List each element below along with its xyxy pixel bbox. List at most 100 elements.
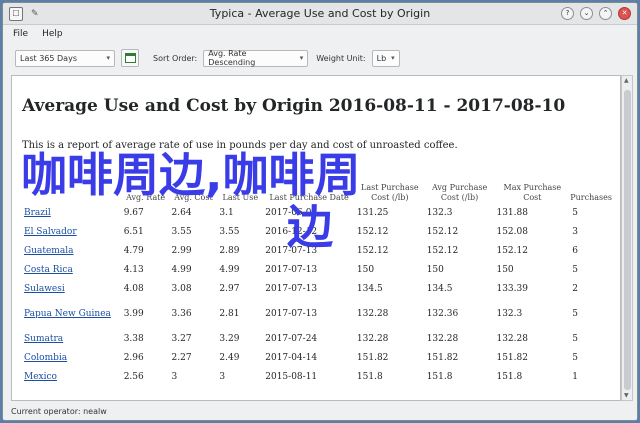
table-cell: 152.08 — [496, 226, 528, 237]
close-icon[interactable]: ✕ — [618, 7, 631, 20]
table-cell: 2017-07-13 — [265, 264, 318, 275]
vertical-scrollbar[interactable]: ▲ ▼ — [621, 75, 633, 401]
sort-order-label: Sort Order: — [153, 53, 198, 63]
status-bar: Current operator: nealw — [3, 402, 637, 420]
table-cell: 2 — [572, 283, 578, 294]
origin-link[interactable]: El Salvador — [24, 227, 77, 237]
table-cell: 152.12 — [356, 245, 389, 256]
table-row: Brazil 9.67 2.64 3.1 2017-06-01 131.25 132.3 13… — [22, 203, 612, 222]
title-bar[interactable]: ☐ ✎ Typica - Average Use and Cost by Ori… — [3, 3, 637, 25]
table-cell: 3.08 — [171, 283, 192, 294]
menu-bar: File Help — [3, 25, 637, 43]
column-header: Last Purchase Date — [269, 193, 349, 202]
table-cell: 151.8 — [426, 371, 453, 382]
minimize-icon[interactable]: ⌄ — [580, 7, 593, 20]
table-cell: 3.55 — [219, 226, 240, 237]
chevron-down-icon: ▾ — [391, 54, 395, 62]
table-cell: 152.12 — [356, 226, 389, 237]
table-cell: 3.38 — [123, 333, 144, 344]
origin-link[interactable]: Sumatra — [24, 334, 63, 344]
table-row: Sulawesi 4.08 3.08 2.97 2017-07-13 134.5 134.5… — [22, 279, 612, 298]
report-view[interactable]: Average Use and Cost by Origin 2016-08-1… — [11, 75, 621, 401]
table-cell: 6.51 — [123, 226, 144, 237]
date-range-select[interactable]: Last 365 Days ▾ — [15, 49, 115, 67]
table-cell: 2016-12-12 — [265, 226, 318, 237]
weight-unit-select[interactable]: Lb ▾ — [371, 49, 400, 67]
window-controls: ? ⌄ ⌃ ✕ — [561, 7, 631, 20]
table-cell: 134.5 — [356, 283, 383, 294]
column-header: Max Purchase Cost — [503, 183, 562, 202]
table-row: Colombia 2.96 2.27 2.49 2017-04-14 151.82 151.… — [22, 348, 612, 367]
date-range-value: Last 365 Days — [20, 53, 77, 63]
table-cell: 2.64 — [171, 207, 192, 218]
origin-link[interactable]: Guatemala — [24, 246, 73, 256]
table-cell: 3 — [219, 371, 226, 382]
calendar-icon — [124, 53, 136, 63]
report-description: This is a report of average rate of use … — [22, 140, 458, 151]
table-cell: 3.29 — [219, 333, 240, 344]
origin-link[interactable]: Costa Rica — [24, 265, 73, 275]
table-cell: 150 — [496, 264, 514, 275]
calendar-button[interactable] — [121, 49, 139, 67]
report-title: Average Use and Cost by Origin 2016-08-1… — [22, 96, 566, 116]
table-cell: 3 — [572, 226, 578, 237]
table-cell: 2015-08-11 — [265, 371, 318, 382]
column-header: Avg. Rate — [126, 193, 166, 202]
app-icon[interactable]: ☐ — [9, 6, 23, 21]
origin-cell: Brazil — [22, 203, 122, 222]
table-cell: 2.27 — [171, 352, 192, 363]
table-row: El Salvador 6.51 3.55 3.55 2016-12-12 152.12 1… — [22, 222, 612, 241]
app-window: ☐ ✎ Typica - Average Use and Cost by Ori… — [2, 2, 638, 421]
toolbar: Last 365 Days ▾ Sort Order: Avg. Rate De… — [3, 43, 637, 73]
column-header: Last Use — [222, 193, 259, 202]
maximize-icon[interactable]: ⌃ — [599, 7, 612, 20]
table-cell: 132.28 — [496, 333, 528, 344]
table-cell: 132.36 — [426, 308, 459, 319]
table-cell: 133.39 — [496, 283, 528, 294]
menu-file[interactable]: File — [13, 29, 28, 39]
table-cell: 150 — [356, 264, 375, 275]
column-header: Purchases — [570, 193, 612, 202]
help-icon[interactable]: ? — [561, 7, 574, 20]
table-cell: 1 — [572, 371, 578, 382]
column-header: Avg Purchase Cost (/lb) — [431, 183, 488, 202]
table-cell: 2017-04-14 — [265, 352, 318, 363]
origin-cell: Mexico — [22, 367, 122, 386]
table-row: Costa Rica 4.13 4.99 4.99 2017-07-13 150 150 15… — [22, 260, 612, 279]
menu-help[interactable]: Help — [42, 29, 63, 39]
origin-link[interactable]: Colombia — [24, 353, 67, 363]
table-cell: 151.8 — [496, 371, 523, 382]
table-row: Guatemala 4.79 2.99 2.89 2017-07-13 152.12 152… — [22, 241, 612, 260]
pin-icon[interactable]: ✎ — [31, 9, 39, 19]
origin-cell: Guatemala — [22, 241, 122, 260]
table-cell: 5 — [572, 333, 578, 344]
table-cell: 2017-07-13 — [265, 245, 318, 256]
weight-unit-value: Lb — [376, 53, 387, 63]
table-cell: 5 — [572, 352, 578, 363]
origin-link[interactable]: Sulawesi — [24, 284, 65, 294]
sort-order-select[interactable]: Avg. Rate Descending ▾ — [203, 49, 309, 67]
origin-link[interactable]: Papua New Guinea — [24, 309, 111, 319]
table-cell: 132.28 — [356, 308, 389, 319]
origin-link[interactable]: Mexico — [24, 372, 57, 382]
sort-order-value: Avg. Rate Descending — [208, 49, 256, 67]
scroll-thumb[interactable] — [624, 90, 631, 390]
table-cell: 151.82 — [356, 352, 389, 363]
origin-cell: Sumatra — [22, 329, 122, 348]
table-cell: 132.28 — [356, 333, 389, 344]
table-cell: 2017-07-13 — [265, 283, 318, 294]
scroll-down-icon[interactable]: ▼ — [624, 392, 629, 399]
origin-cell: Papua New Guinea — [22, 298, 122, 329]
table-cell: 3.1 — [219, 207, 234, 218]
table-cell: 152.12 — [496, 245, 528, 256]
table-cell: 2017-07-24 — [265, 333, 318, 344]
table-cell: 152.12 — [426, 226, 459, 237]
table-cell: 150 — [426, 264, 444, 275]
table-cell: 5 — [572, 308, 578, 319]
table-cell: 2.96 — [123, 352, 144, 363]
origin-link[interactable]: Brazil — [24, 208, 51, 218]
table-cell: 5 — [572, 207, 578, 218]
chevron-down-icon: ▾ — [299, 54, 304, 62]
table-cell: 132.3 — [426, 207, 453, 218]
scroll-up-icon[interactable]: ▲ — [624, 77, 629, 84]
